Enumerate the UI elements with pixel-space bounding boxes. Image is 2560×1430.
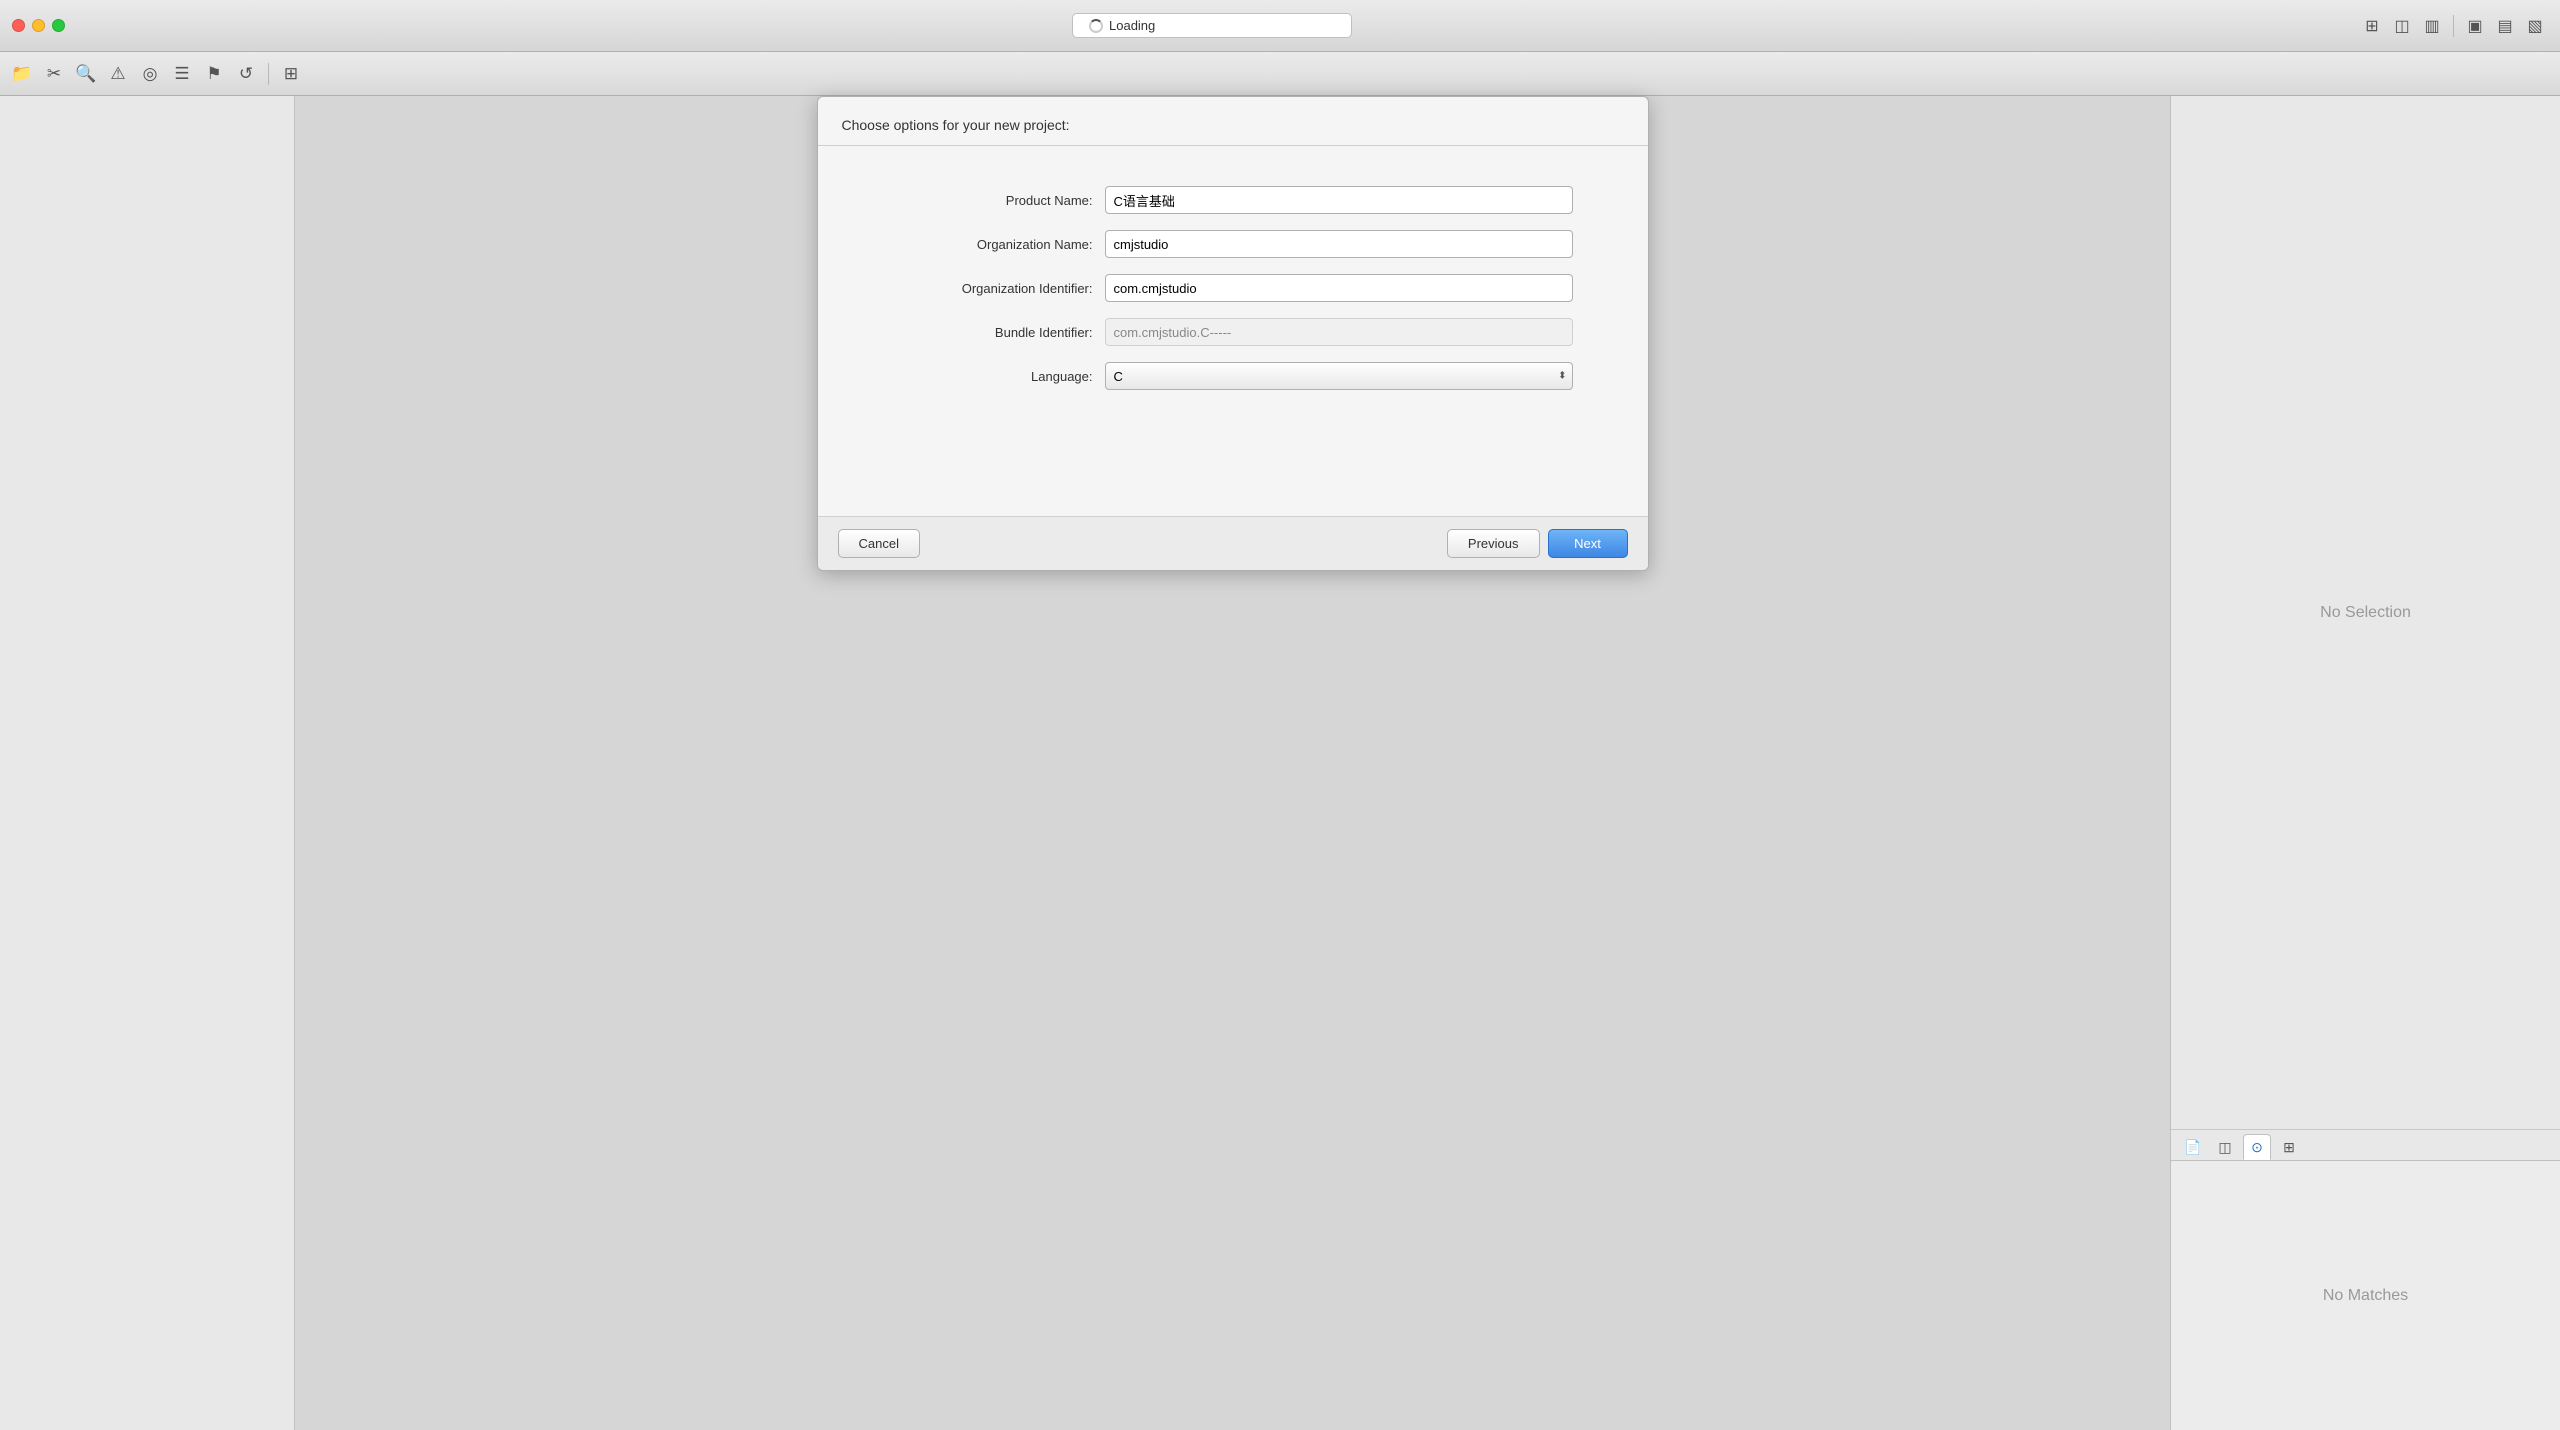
right-content-area: No Matches (2171, 1161, 2560, 1430)
folder-icon[interactable]: 📁 (8, 60, 36, 88)
right-sidebar-tabs: 📄 ◫ ⊙ ⊞ (2171, 1130, 2560, 1161)
product-name-input[interactable] (1105, 186, 1573, 214)
toolbar: 📁 ✂ 🔍 ⚠ ◎ ☰ ⚑ ↺ ⊞ (0, 52, 2560, 96)
flag-icon[interactable]: ⚑ (200, 60, 228, 88)
warning-icon[interactable]: ⚠ (104, 60, 132, 88)
close-button[interactable] (12, 19, 25, 32)
loading-label: Loading (1109, 18, 1155, 33)
dialog-body: Product Name: Organization Name: Organiz… (818, 146, 1648, 516)
layout-icon-3[interactable]: ▧ (2522, 13, 2548, 39)
view-icon-3[interactable]: ▥ (2419, 13, 2445, 39)
left-sidebar (0, 96, 295, 1430)
org-identifier-label: Organization Identifier: (893, 281, 1093, 296)
form-grid: Product Name: Organization Name: Organiz… (893, 186, 1573, 390)
tab-circle-icon[interactable]: ⊙ (2243, 1134, 2271, 1160)
product-name-label: Product Name: (893, 193, 1093, 208)
new-project-dialog: Choose options for your new project: Pro… (817, 96, 1649, 571)
cancel-button[interactable]: Cancel (838, 529, 920, 558)
previous-button[interactable]: Previous (1447, 529, 1540, 558)
dialog-backdrop: Choose options for your new project: Pro… (295, 96, 2170, 1430)
view-icon-2[interactable]: ◫ (2389, 13, 2415, 39)
main-layout: Choose options for your new project: Pro… (0, 96, 2560, 1430)
titlebar-right: ⊞ ◫ ▥ ▣ ▤ ▧ (2359, 13, 2548, 39)
no-selection-label: No Selection (2320, 604, 2411, 622)
footer-right: Previous Next (1447, 529, 1628, 558)
dialog-header: Choose options for your new project: (818, 97, 1648, 146)
center-area: Choose options for your new project: Pro… (295, 96, 2170, 1430)
language-label: Language: (893, 369, 1093, 384)
loading-pill: Loading (1072, 13, 1352, 38)
circle-icon[interactable]: ◎ (136, 60, 164, 88)
no-matches-label: No Matches (2323, 1287, 2408, 1305)
toolbar-sep (268, 63, 269, 85)
language-select-wrapper: C C++ Objective-C Swift (1105, 362, 1573, 390)
view-icon-1[interactable]: ⊞ (2359, 13, 2385, 39)
tab-layers-icon[interactable]: ◫ (2211, 1134, 2239, 1160)
titlebar-center: Loading (65, 13, 2359, 38)
org-identifier-input[interactable] (1105, 274, 1573, 302)
list-icon[interactable]: ☰ (168, 60, 196, 88)
sep-1 (2453, 15, 2454, 37)
right-sidebar-bottom: 📄 ◫ ⊙ ⊞ No Matches (2171, 1130, 2560, 1430)
org-name-input[interactable] (1105, 230, 1573, 258)
grid-icon[interactable]: ⊞ (277, 60, 305, 88)
search-icon[interactable]: 🔍 (72, 60, 100, 88)
tab-grid-icon[interactable]: ⊞ (2275, 1134, 2303, 1160)
minimize-button[interactable] (32, 19, 45, 32)
language-select[interactable]: C C++ Objective-C Swift (1105, 362, 1573, 390)
titlebar: Loading ⊞ ◫ ▥ ▣ ▤ ▧ (0, 0, 2560, 52)
next-button[interactable]: Next (1548, 529, 1628, 558)
traffic-lights (12, 19, 65, 32)
dialog-footer: Cancel Previous Next (818, 516, 1648, 570)
bundle-identifier-readonly: com.cmjstudio.C----- (1105, 318, 1573, 346)
right-sidebar: No Selection 📄 ◫ ⊙ ⊞ No Matches (2170, 96, 2560, 1430)
maximize-button[interactable] (52, 19, 65, 32)
bundle-identifier-label: Bundle Identifier: (893, 325, 1093, 340)
refresh-icon[interactable]: ↺ (232, 60, 260, 88)
layout-icon-1[interactable]: ▣ (2462, 13, 2488, 39)
layout-icon-2[interactable]: ▤ (2492, 13, 2518, 39)
tab-document-icon[interactable]: 📄 (2179, 1134, 2207, 1160)
loading-spinner-icon (1089, 19, 1103, 33)
right-sidebar-top: No Selection (2171, 96, 2560, 1130)
org-name-label: Organization Name: (893, 237, 1093, 252)
dialog-title: Choose options for your new project: (842, 117, 1624, 133)
scissors-icon[interactable]: ✂ (40, 60, 68, 88)
